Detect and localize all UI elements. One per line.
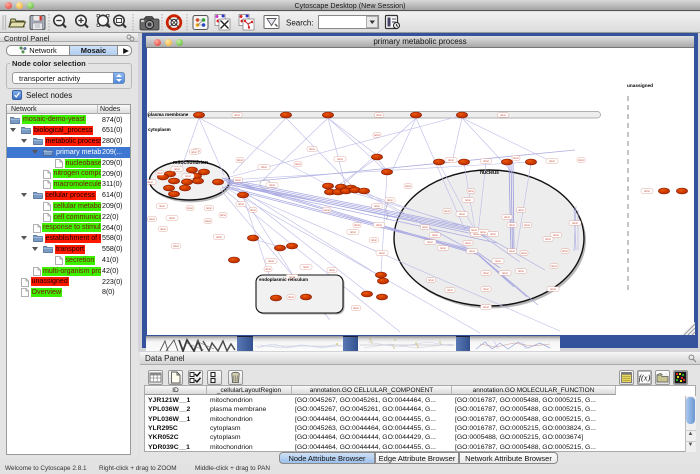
svg-text:label: label [147,180,153,184]
svg-text:label: label [206,206,212,210]
svg-text:label: label [518,269,524,273]
svg-text:label: label [288,295,294,299]
svg-text:label: label [268,259,274,263]
svg-text:label: label [220,213,226,217]
svg-text:label: label [216,235,222,239]
svg-text:label: label [309,147,315,151]
svg-text:mitochondrion: mitochondrion [173,160,208,166]
svg-text:label: label [578,158,584,162]
svg-text:label: label [448,158,454,162]
svg-text:label: label [553,233,559,237]
svg-text:label: label [504,215,510,219]
svg-text:unassigned: unassigned [627,83,653,88]
svg-text:label: label [521,251,527,255]
svg-text:label: label [354,223,360,227]
svg-text:label: label [379,251,385,255]
svg-text:label: label [480,230,486,234]
svg-text:label: label [269,183,275,187]
svg-text:label: label [261,165,267,169]
svg-text:label: label [191,150,197,154]
svg-text:label: label [471,228,477,232]
svg-text:label: label [235,178,241,182]
svg-text:label: label [250,208,256,212]
svg-text:label: label [387,198,393,202]
svg-text:label: label [509,223,515,227]
svg-text:label: label [238,202,244,206]
svg-text:label: label [551,264,557,268]
svg-text:label: label [432,233,438,237]
svg-text:label: label [440,246,446,250]
svg-text:Search:: Search: [286,19,314,28]
svg-text:label: label [374,204,380,208]
svg-text:label: label [468,189,474,193]
svg-text:label: label [465,241,471,245]
svg-text:label: label [371,238,377,242]
svg-text:label: label [524,223,530,227]
svg-text:label: label [376,223,382,227]
svg-text:label: label [444,209,450,213]
svg-text:label: label [157,171,163,175]
svg-text:label: label [374,133,380,137]
svg-text:label: label [500,113,506,117]
svg-text:label: label [502,271,508,275]
svg-text:label: label [174,167,180,171]
svg-text:label: label [265,267,271,271]
svg-text:label: label [545,237,551,241]
svg-text:label: label [160,227,166,231]
svg-text:label: label [572,221,578,225]
svg-text:label: label [469,249,475,253]
svg-text:label: label [483,271,489,275]
svg-text:label: label [173,244,179,248]
svg-text:label: label [422,225,428,229]
svg-text:label: label [483,159,489,163]
svg-text:label: label [405,184,411,188]
svg-text:label: label [465,198,471,202]
svg-text:label: label [205,219,211,223]
svg-text:endoplasmic reticulum: endoplasmic reticulum [259,277,308,282]
svg-text:label: label [549,159,555,163]
svg-text:label: label [187,206,193,210]
svg-text:label: label [149,217,155,221]
svg-text:label: label [509,249,515,253]
svg-text:label: label [295,162,301,166]
svg-text:label: label [185,174,191,178]
svg-text:label: label [562,249,568,253]
svg-text:plasma membrane: plasma membrane [148,112,189,117]
svg-text:label: label [518,208,524,212]
svg-text:label: label [644,189,650,193]
svg-text:label: label [483,287,489,291]
svg-text:label: label [337,157,343,161]
svg-text:label: label [550,287,556,291]
svg-text:label: label [513,156,519,160]
svg-text:label: label [169,216,175,220]
svg-text:label: label [350,230,356,234]
svg-text:cytoplasm: cytoplasm [148,127,171,132]
svg-text:label: label [234,113,240,117]
svg-text:label: label [376,113,382,117]
svg-text:nucleus: nucleus [480,170,499,176]
svg-text:f(x): f(x) [639,373,651,383]
svg-text:label: label [303,265,309,269]
svg-text:label: label [447,288,453,292]
svg-text:label: label [329,268,335,272]
svg-text:label: label [353,306,359,310]
svg-text:label: label [428,278,434,282]
svg-text:label: label [237,158,243,162]
svg-text:label: label [483,305,489,309]
svg-text:label: label [427,240,433,244]
svg-text:label: label [459,212,465,216]
svg-text:label: label [159,204,165,208]
svg-text:label: label [490,232,496,236]
svg-text:label: label [495,259,501,263]
svg-text:label: label [324,208,330,212]
